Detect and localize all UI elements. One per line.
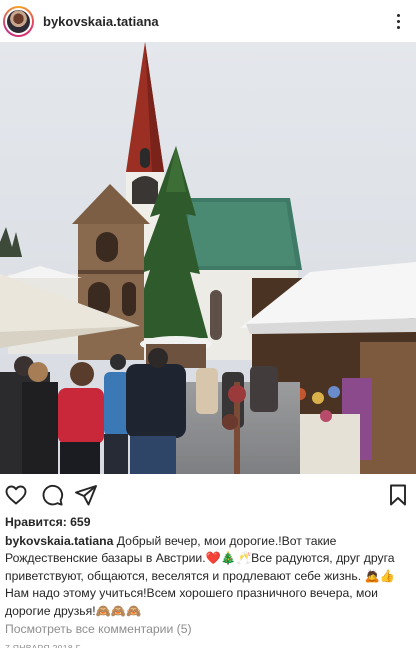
username[interactable]: bykovskaia.tatiana [43, 14, 390, 29]
post-header: bykovskaia.tatiana [0, 0, 416, 42]
post-photo[interactable] [0, 42, 416, 474]
caption: bykovskaia.tatiana Добрый вечер, мои дор… [5, 533, 411, 621]
more-options-icon[interactable] [390, 13, 406, 29]
avatar-image [5, 7, 32, 35]
heart-icon[interactable] [4, 483, 28, 507]
action-bar [0, 474, 416, 514]
paper-plane-icon[interactable] [74, 483, 98, 507]
avatar[interactable] [3, 5, 34, 37]
caption-author[interactable]: bykovskaia.tatiana [5, 534, 113, 548]
view-comments-link[interactable]: Посмотреть все комментарии (5) [5, 621, 411, 639]
bookmark-icon[interactable] [386, 483, 410, 507]
christmas-market-photo [0, 42, 416, 474]
post-date: 7 ЯНВАРЯ 2018 Г. [5, 642, 83, 648]
comment-bubble-icon[interactable] [40, 483, 64, 507]
like-count[interactable]: Нравится: 659 [5, 514, 411, 532]
post-info: Нравится: 659 bykovskaia.tatiana Добрый … [5, 514, 411, 648]
